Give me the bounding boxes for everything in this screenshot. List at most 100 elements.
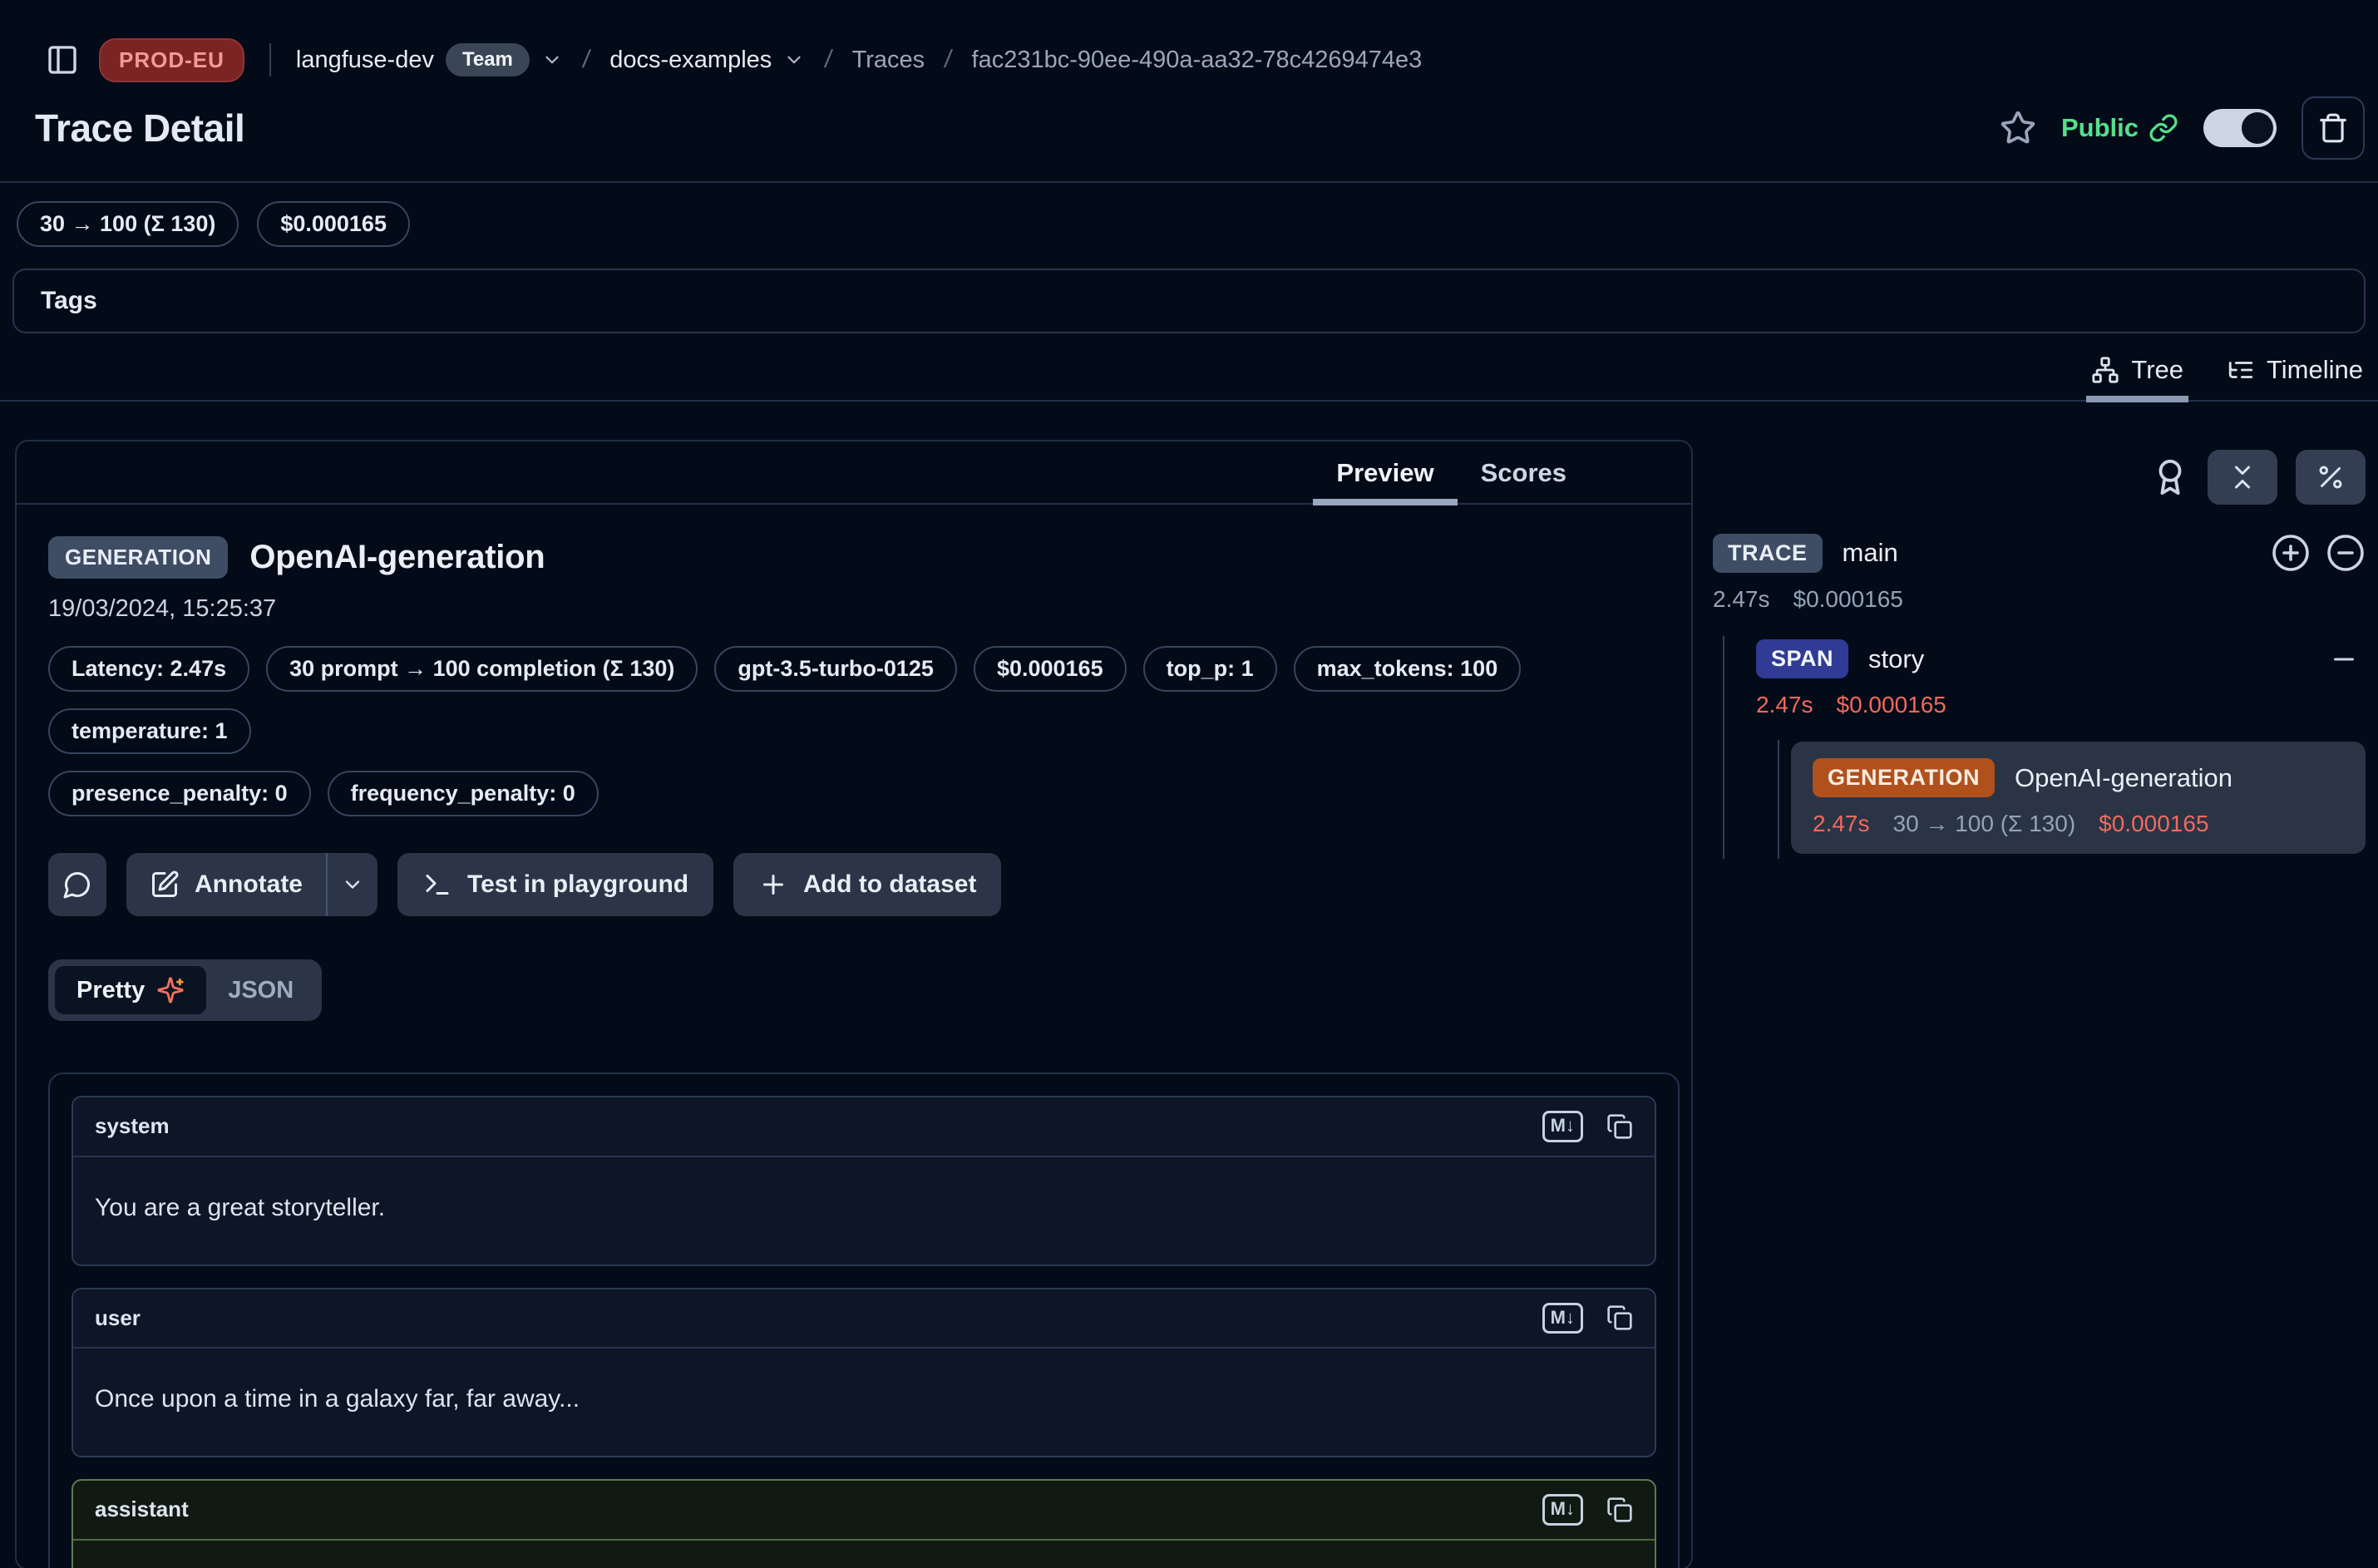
breadcrumb-traces-link[interactable]: Traces [852, 47, 925, 74]
breadcrumb-org[interactable]: langfuse-dev Team [296, 43, 563, 76]
trace-cost: $0.000165 [1793, 586, 1903, 613]
chevron-down-icon[interactable] [541, 49, 563, 71]
trash-icon [2317, 112, 2349, 144]
star-icon[interactable] [2000, 110, 2036, 146]
generation-name: OpenAI-generation [2015, 763, 2232, 793]
tags-label: Tags [41, 287, 97, 314]
chevron-down-icon [341, 873, 364, 896]
environment-badge: PROD-EU [99, 38, 244, 82]
observation-type-badge: GENERATION [48, 536, 228, 579]
breadcrumb-separator [269, 43, 271, 76]
annotate-button[interactable]: Annotate [126, 853, 326, 916]
trace-children: SPAN story 2.47s $0.000165 GENERATION [1723, 636, 2366, 859]
trace-usage-badge: 30 → 100 (Σ 130) [17, 201, 239, 247]
annotate-split-button: Annotate [126, 853, 377, 916]
observation-badges-row2: presence_penalty: 0 frequency_penalty: 0 [48, 771, 1680, 816]
copy-icon[interactable] [1606, 1113, 1633, 1140]
sidebar-toggle-icon[interactable] [46, 43, 79, 76]
tree-node-generation-selected[interactable]: GENERATION OpenAI-generation 2.47s 30 → … [1791, 742, 2366, 854]
link-icon [2149, 113, 2178, 143]
tab-scores[interactable]: Scores [1481, 458, 1566, 503]
chevrons-down-up-icon [2228, 462, 2257, 492]
frequency-penalty-badge: frequency_penalty: 0 [328, 771, 599, 816]
tree-node-span[interactable]: SPAN story [1756, 639, 2366, 678]
tab-timeline[interactable]: Timeline [2227, 355, 2363, 400]
message-card-user: user M↓ Once upon a time in a galaxy far… [72, 1288, 1656, 1458]
timeline-icon [2227, 356, 2255, 384]
format-toggle: Pretty JSON [48, 959, 322, 1021]
markdown-toggle-icon[interactable]: M↓ [1542, 1111, 1583, 1142]
markdown-toggle-icon[interactable]: M↓ [1542, 1494, 1583, 1526]
message-role: user [95, 1305, 141, 1331]
zoom-in-icon[interactable] [2271, 533, 2311, 573]
comment-icon [62, 870, 92, 900]
format-json-button[interactable]: JSON [206, 967, 315, 1014]
breadcrumb-slash: / [943, 46, 954, 74]
span-metrics: 2.47s $0.000165 [1756, 692, 2366, 718]
trace-tree-panel: TRACE main 2.47s $0.000165 SPAN [1713, 440, 2366, 859]
trace-type-badge: TRACE [1713, 534, 1823, 573]
public-label: Public [2061, 113, 2139, 143]
presence-penalty-badge: presence_penalty: 0 [48, 771, 311, 816]
zoom-out-icon[interactable] [2326, 533, 2366, 573]
breadcrumb-slash: / [823, 46, 834, 74]
public-toggle[interactable] [2203, 109, 2277, 147]
copy-icon[interactable] [1606, 1497, 1633, 1523]
copy-icon[interactable] [1606, 1304, 1633, 1331]
message-card-system: system M↓ You are a great storyteller. [72, 1096, 1656, 1266]
markdown-toggle-icon[interactable]: M↓ [1542, 1303, 1583, 1334]
messages-container: system M↓ You are a great storyteller. u… [48, 1072, 1680, 1568]
generation-cost: $0.000165 [2099, 811, 2208, 837]
org-type-badge: Team [446, 43, 530, 76]
span-name: story [1868, 644, 1924, 674]
message-role: assistant [95, 1497, 189, 1522]
tags-box[interactable]: Tags [12, 269, 2366, 333]
span-children: GENERATION OpenAI-generation 2.47s 30 → … [1778, 740, 2366, 859]
tree-node-trace[interactable]: TRACE main [1713, 533, 2366, 573]
latency-badge: Latency: 2.47s [48, 646, 249, 692]
tree-icon [2091, 356, 2119, 384]
breadcrumb-slash: / [581, 46, 592, 74]
top-p-badge: top_p: 1 [1143, 646, 1277, 692]
span-latency: 2.47s [1756, 692, 1813, 718]
comment-button[interactable] [48, 853, 106, 916]
generation-type-badge: GENERATION [1813, 758, 1995, 797]
observation-name: OpenAI-generation [249, 539, 545, 576]
breadcrumb-project[interactable]: docs-examples [609, 47, 805, 74]
observation-badges-row1: Latency: 2.47s 30 prompt → 100 completio… [48, 646, 1680, 754]
public-link[interactable]: Public [2061, 113, 2178, 143]
plus-icon [758, 870, 788, 900]
annotate-dropdown-button[interactable] [326, 853, 377, 916]
award-icon[interactable] [2151, 458, 2189, 496]
message-content: You are a great storyteller. [73, 1157, 1655, 1265]
add-to-dataset-button[interactable]: Add to dataset [733, 853, 1001, 916]
trace-metrics: 2.47s $0.000165 [1713, 586, 2366, 613]
show-percentages-button[interactable] [2296, 450, 2366, 505]
chevron-down-icon[interactable] [783, 49, 805, 71]
annotate-icon [150, 870, 180, 900]
delete-trace-button[interactable] [2302, 96, 2365, 160]
percent-icon [2316, 462, 2346, 492]
toggle-knob [2242, 112, 2273, 144]
test-in-playground-button[interactable]: Test in playground [397, 853, 713, 916]
collapse-all-button[interactable] [2208, 450, 2277, 505]
collapse-span-icon[interactable] [2329, 644, 2359, 674]
terminal-icon [422, 870, 452, 900]
format-pretty-button[interactable]: Pretty [55, 966, 206, 1014]
trace-latency: 2.47s [1713, 586, 1770, 613]
message-content: Once upon a time in a galaxy far, far aw… [73, 1349, 1655, 1456]
trace-name: main [1843, 538, 1898, 568]
cost-badge: $0.000165 [974, 646, 1127, 692]
token-usage-badge: 30 prompt → 100 completion (Σ 130) [266, 646, 698, 692]
generation-metrics: 2.47s 30 → 100 (Σ 130) $0.000165 [1813, 811, 2344, 837]
generation-tokens: 30 → 100 (Σ 130) [1893, 811, 2076, 837]
temperature-badge: temperature: 1 [48, 708, 251, 754]
tab-tree[interactable]: Tree [2091, 355, 2183, 400]
model-badge: gpt-3.5-turbo-0125 [714, 646, 957, 692]
page-title: Trace Detail [35, 106, 244, 150]
tab-preview[interactable]: Preview [1336, 458, 1433, 503]
message-content: There existed a majestic planet called L… [73, 1541, 1655, 1568]
message-card-assistant: assistant M↓ There existed a majestic pl… [72, 1479, 1656, 1568]
trace-cost-badge: $0.000165 [257, 201, 410, 247]
observation-timestamp: 19/03/2024, 15:25:37 [48, 595, 1680, 623]
